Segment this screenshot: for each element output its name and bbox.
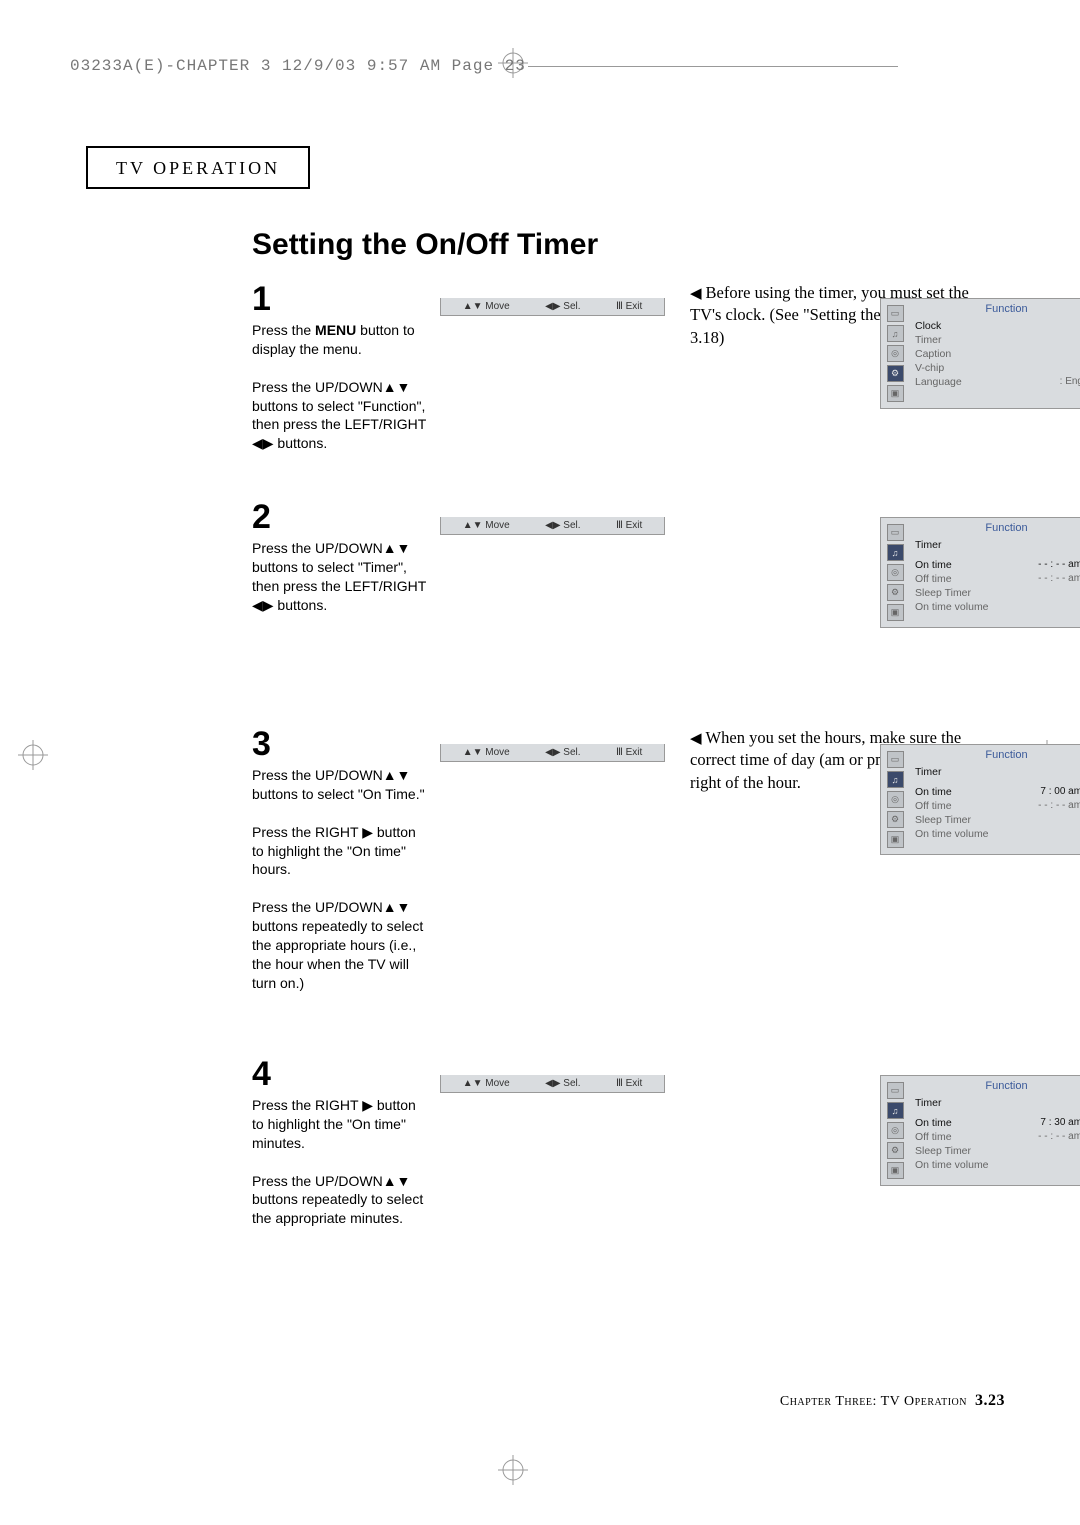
osd-icon-pip: ▣ bbox=[887, 604, 904, 621]
osd-screenshot-2: ▭ ♫ ◎ ⚙ ▣ Function Timer On time- - : - … bbox=[880, 517, 1080, 628]
section-tab-label: TV OPERATION bbox=[116, 158, 280, 178]
osd-icon-sound: ♫ bbox=[887, 325, 904, 342]
osd-1-footer: ▲▼ Move ◀▶ Sel. Ⅲ Exit bbox=[440, 298, 665, 316]
crop-mark-left bbox=[18, 740, 48, 770]
osd-icon-sound: ♫ bbox=[887, 544, 904, 561]
osd-icon-sound: ♫ bbox=[887, 771, 904, 788]
osd-icon-picture: ▭ bbox=[887, 524, 904, 541]
osd-2-footer: ▲▼ Move ◀▶ Sel. Ⅲ Exit bbox=[440, 517, 665, 535]
print-header-text: 03233A(E)-CHAPTER 3 12/9/03 9:57 AM Page… bbox=[70, 57, 526, 75]
osd-icon-pip: ▣ bbox=[887, 1162, 904, 1179]
osd-icon-channel: ◎ bbox=[887, 564, 904, 581]
osd-screenshot-3: ▭ ♫ ◎ ⚙ ▣ Function Timer On time7 : 00 a… bbox=[880, 744, 1080, 855]
osd-icon-function: ⚙ bbox=[887, 365, 904, 382]
osd-icon-picture: ▭ bbox=[887, 305, 904, 322]
osd-4-title: Function bbox=[913, 1080, 1080, 1092]
left-triangle-icon: ◀ bbox=[690, 731, 702, 747]
footer-chapter: Chapter Three: TV Operation bbox=[780, 1394, 967, 1409]
osd-2-title: Function bbox=[913, 522, 1080, 534]
step-2-text: Press the UP/DOWN▲▼ buttons to select "T… bbox=[252, 539, 427, 615]
section-tab: TV OPERATION bbox=[86, 146, 310, 189]
osd-icon-channel: ◎ bbox=[887, 1122, 904, 1139]
step-1-text: Press the MENU button to display the men… bbox=[252, 321, 427, 453]
osd-icon-channel: ◎ bbox=[887, 345, 904, 362]
page-footer: Chapter Three: TV Operation 3.23 bbox=[780, 1392, 1005, 1410]
osd-3-title: Function bbox=[913, 749, 1080, 761]
crop-mark-bottom bbox=[498, 1455, 528, 1485]
step-3-text: Press the UP/DOWN▲▼ buttons to select "O… bbox=[252, 766, 427, 993]
osd-icon-function: ⚙ bbox=[887, 811, 904, 828]
osd-icon-pip: ▣ bbox=[887, 385, 904, 402]
page-title: Setting the On/Off Timer bbox=[252, 228, 598, 262]
osd-icon-sound: ♫ bbox=[887, 1102, 904, 1119]
osd-4-footer: ▲▼ Move ◀▶ Sel. Ⅲ Exit bbox=[440, 1075, 665, 1093]
osd-icon-picture: ▭ bbox=[887, 1082, 904, 1099]
left-triangle-icon: ◀ bbox=[690, 286, 702, 302]
osd-1-title: Function bbox=[913, 303, 1080, 315]
osd-screenshot-1: ▭ ♫ ◎ ⚙ ▣ Function Clock▶ Timer▶ Caption… bbox=[880, 298, 1080, 409]
osd-icon-picture: ▭ bbox=[887, 751, 904, 768]
osd-icon-function: ⚙ bbox=[887, 584, 904, 601]
osd-icon-pip: ▣ bbox=[887, 831, 904, 848]
osd-icon-channel: ◎ bbox=[887, 791, 904, 808]
header-rule bbox=[528, 66, 898, 67]
print-header: 03233A(E)-CHAPTER 3 12/9/03 9:57 AM Page… bbox=[70, 57, 898, 75]
step-4-text: Press the RIGHT ▶ button to highlight th… bbox=[252, 1096, 427, 1228]
footer-page-number: 3.23 bbox=[975, 1392, 1005, 1409]
osd-icon-function: ⚙ bbox=[887, 1142, 904, 1159]
osd-3-footer: ▲▼ Move ◀▶ Sel. Ⅲ Exit bbox=[440, 744, 665, 762]
osd-screenshot-4: ▭ ♫ ◎ ⚙ ▣ Function Timer On time7 : 30 a… bbox=[880, 1075, 1080, 1186]
